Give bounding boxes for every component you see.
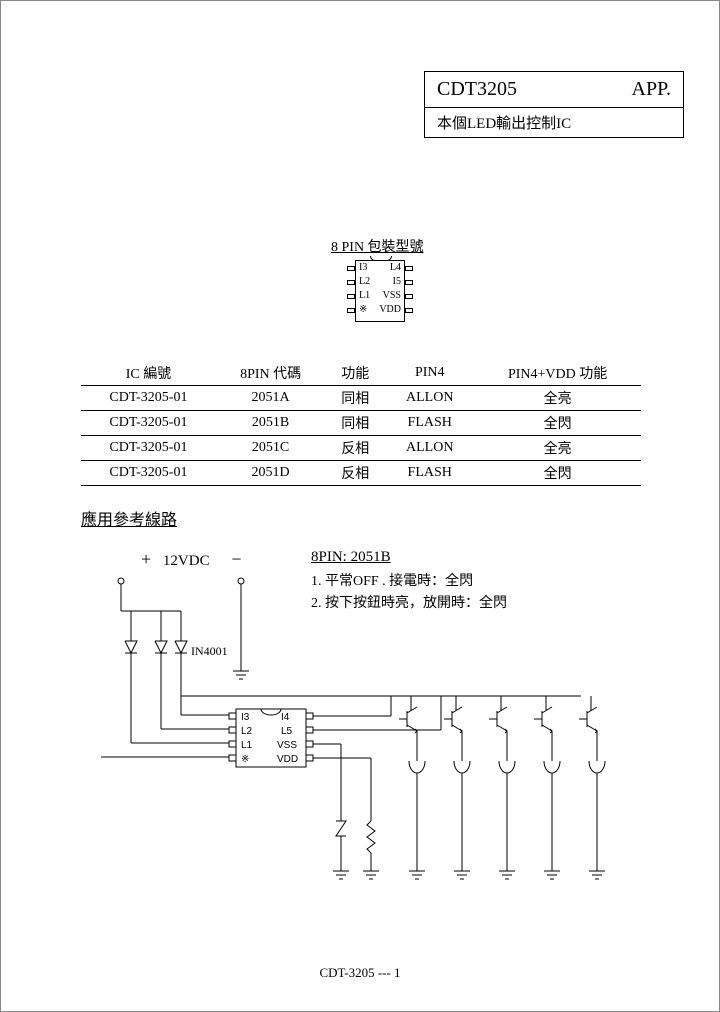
- svg-text:I4: I4: [281, 712, 290, 723]
- th-code: 8PIN 代碼: [216, 361, 325, 386]
- th-ic: IC 編號: [81, 361, 216, 386]
- svg-text:VSS: VSS: [277, 740, 297, 751]
- svg-text:L5: L5: [281, 726, 293, 737]
- chip-pinout: I3 L2 L1 ※ L4 I5 VSS VDD: [331, 256, 429, 328]
- svg-text:VDD: VDD: [277, 754, 298, 765]
- pin-vdd: VDD: [379, 304, 401, 315]
- svg-text:L1: L1: [241, 740, 253, 751]
- table-row: CDT-3205-01 2051C 反相 ALLON 全亮: [81, 436, 641, 461]
- pinout-title: 8 PIN 包裝型號: [331, 236, 424, 256]
- app-tag: APP.: [632, 78, 671, 101]
- svg-text:※: ※: [241, 754, 249, 765]
- table-header-row: IC 編號 8PIN 代碼 功能 PIN4 PIN4+VDD 功能: [81, 361, 641, 386]
- th-pin4vdd: PIN4+VDD 功能: [474, 361, 641, 386]
- svg-text:L2: L2: [241, 726, 253, 737]
- title-box: CDT3205 APP. 本個LED輸出控制IC: [424, 71, 684, 138]
- pin-l4: L4: [390, 262, 401, 273]
- table-row: CDT-3205-01 2051A 同相 ALLON 全亮: [81, 386, 641, 411]
- variant-table: IC 編號 8PIN 代碼 功能 PIN4 PIN4+VDD 功能 CDT-32…: [81, 361, 641, 486]
- page-footer: CDT-3205 --- 1: [1, 965, 719, 981]
- section-title: 應用參考線路: [81, 506, 177, 530]
- pin-l2: L2: [359, 276, 370, 287]
- part-number: CDT3205: [437, 78, 517, 101]
- table-row: CDT-3205-01 2051B 同相 FLASH 全閃: [81, 411, 641, 436]
- th-pin4: PIN4: [385, 361, 474, 386]
- pin-l3: I3: [359, 262, 367, 273]
- table-row: CDT-3205-01 2051D 反相 FLASH 全閃: [81, 461, 641, 486]
- svg-text:I3: I3: [241, 712, 250, 723]
- schematic-diagram: I3 L2 L1 ※ I4 L5 VSS VDD: [81, 561, 641, 931]
- title-row: CDT3205 APP.: [424, 71, 684, 108]
- pin-vss: VSS: [383, 290, 401, 301]
- pin-l1: L1: [359, 290, 370, 301]
- pin-l5: I5: [393, 276, 401, 287]
- th-func: 功能: [325, 361, 385, 386]
- subtitle: 本個LED輸出控制IC: [424, 108, 684, 138]
- pin-star: ※: [359, 304, 367, 315]
